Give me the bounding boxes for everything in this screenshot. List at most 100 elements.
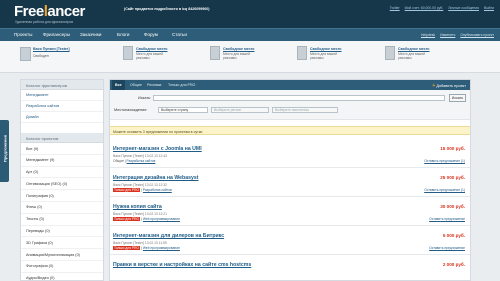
category-item[interactable]: Все (9) [21,143,103,155]
sidebar-item-web-dev[interactable]: Разработка сайтов [21,101,103,112]
ad-slot-text: Место для вашей рекламы [223,52,250,61]
ad-slot[interactable]: Свободное место Место для вашей рекламы [123,46,203,66]
category-item[interactable]: Тексты (0) [21,214,103,226]
project-category-prefix: | [141,245,142,250]
project-title[interactable]: Правки в верстке и настройках на сайте c… [113,262,251,268]
nav-clients[interactable]: Заказчики [80,32,101,37]
publish-project-link[interactable]: Опубликовать проект [460,33,494,37]
sidebar-item-management[interactable]: Менеджмент [21,90,103,101]
category-item[interactable]: Аудио/Видео (0) [21,273,103,281]
ad-slot-title[interactable]: Свободное место [310,47,341,51]
project-category: Только для PRO | Разработка сайтов [113,187,172,192]
category-item[interactable]: Арт (0) [21,167,103,179]
ad-slot[interactable]: Свободное место Место для вашей рекламы [297,46,377,66]
project-title[interactable]: Интернет-магазин для дилеров на Битрикс [113,233,224,239]
project-category-link[interactable]: Web программирование [143,246,180,250]
project-meta: Вася Пупкин [Tester] 13.02.13 11:59 [113,241,167,245]
leave-offer-link[interactable]: Оставить предложение [429,246,465,250]
project-item: Интернет-магазин для дилеров на Битрикс … [110,231,470,255]
search-button[interactable]: Искать [449,94,466,102]
project-meta: Вася Пупкин [Tester] 13.02.13 12:21 [113,212,167,216]
category-item[interactable]: Флеш (0) [21,202,103,214]
project-item: Нужна копия сайта 30 000 руб. Вася Пупки… [110,202,470,226]
project-item: Интеграция дизайна на Webasyst 25 000 ру… [110,173,470,197]
ad-slot-title[interactable]: Свободное место [136,47,167,51]
project-category-link[interactable]: Разработка сайтов [143,188,172,192]
projects-catalog-header: Каталог проектов [21,133,103,143]
project-item: Интернет-магазин с Joomla на UMI 15 000 … [110,144,470,168]
freelancers-catalog-header: Каталог фрилансеров [21,80,103,90]
search-input[interactable] [153,95,445,101]
avatar[interactable] [20,47,31,61]
project-meta: Вася Пупкин [Tester] 13.02.13 12:43 [113,154,167,158]
category-item[interactable]: Фотография (0) [21,261,103,273]
site-logo[interactable]: Freelancer [14,3,85,20]
logo-subtitle: Удаленная работа для фрилансеров [15,20,74,24]
tab-general[interactable]: Общие [130,83,142,87]
add-project-button[interactable]: + Добавить проект [432,83,466,89]
region-select[interactable]: Выберите регион [211,107,269,113]
promo-user-name[interactable]: Вася Пупкин [Tester] [33,47,70,51]
locality-select[interactable]: Выберите населенны [272,107,338,113]
account-balance-link[interactable]: Мой счет: 60,000.00 руб. [405,6,444,10]
offers-side-tab-label: Предложения [2,134,8,163]
projects-panel: Все Общие Реклама Только для PRO + Добав… [109,79,471,281]
tab-pro-only[interactable]: Только для PRO [168,83,195,87]
project-title[interactable]: Нужна копия сайта [113,204,162,210]
helpdesk-link[interactable]: Helpdesk [421,33,435,37]
sidebar: Каталог фрилансеров Менеджмент Разработк… [20,79,104,281]
ad-slot-image [385,46,395,60]
top-header: Freelancer Удаленная работа для фрилансе… [0,0,500,28]
nav-freelancers[interactable]: Фрилансеры [43,32,70,37]
project-category-link[interactable]: Разработка сайтов [127,159,156,163]
twitter-link[interactable]: Twitter [390,6,400,10]
sale-notice: (Сайт продается подробности в icq 842609… [124,7,210,11]
nav-blogs[interactable]: Блоги [117,32,130,37]
ad-slot-image [123,46,133,60]
project-title[interactable]: Интеграция дизайна на Webasyst [113,175,198,181]
promo-user-status: Свободен [33,54,49,58]
category-item[interactable]: Переводы (0) [21,226,103,238]
ad-slot-text: Место для вашей рекламы [310,52,337,61]
search-label: Искать: [138,96,152,100]
project-price: 15 000 руб. [440,146,465,151]
ad-slot-title[interactable]: Свободное место [223,47,254,51]
messages-link[interactable]: Личные сообщения [448,6,479,10]
ad-slot-title[interactable]: Свободное место [398,47,429,51]
leave-offer-link[interactable]: Оставить предложение (1) [424,159,465,163]
leave-offer-link[interactable]: Оставить предложение [429,217,465,221]
logout-link[interactable]: Выйти [484,6,494,10]
leave-offer-link[interactable]: Оставить предложение (1) [424,188,465,192]
category-item[interactable]: 3D Графика (0) [21,237,103,250]
project-price: 25 000 руб. [440,175,465,180]
nav-right-links: Helpdesk Изменить Опубликовать проект [417,33,494,37]
project-category-link[interactable]: Web программирование [143,217,180,221]
nav-forum[interactable]: Форум [144,32,158,37]
nav-projects[interactable]: Проекты [14,32,32,37]
category-item[interactable]: Менеджмент (9) [21,155,103,167]
offers-limit-notice: Можете оставить 3 предложения по проекта… [110,126,470,135]
project-meta: Вася Пупкин [Tester] 13.02.13 12:32 [113,183,167,187]
project-price: 5 000 руб. [442,233,465,238]
country-select[interactable]: Выберите страну [158,107,208,113]
offers-side-tab[interactable]: Предложения [0,120,9,182]
sidebar-item-design[interactable]: Дизайн [21,112,103,123]
tab-ads[interactable]: Реклама [147,83,161,87]
project-category: Только для PRO | Web программирование [113,216,180,221]
project-category-prefix: | [141,216,142,221]
project-category-prefix: | [141,187,142,192]
ad-slot-image [297,46,307,60]
category-item[interactable]: Анимация/Мультипликация (0) [21,249,103,261]
pro-only-badge: Только для PRO [113,187,141,192]
category-item[interactable]: Полиграфия (0) [21,190,103,202]
ad-slot[interactable]: Свободное место Место для вашей рекламы [210,46,290,66]
project-category: Только для PRO | Web программирование [113,245,180,250]
category-item[interactable]: Оптимизация (SEO) (0) [21,178,103,191]
tab-all[interactable]: Все [112,80,125,90]
ad-slot[interactable]: Свободное место Место для вашей рекламы [385,46,465,66]
project-item: Правки в верстке и настройках на сайте c… [110,260,470,281]
nav-articles[interactable]: Статьи [172,32,187,37]
project-title[interactable]: Интернет-магазин с Joomla на UMI [113,146,202,152]
project-price: 2 000 руб. [442,262,465,267]
edit-link[interactable]: Изменить [440,33,455,37]
